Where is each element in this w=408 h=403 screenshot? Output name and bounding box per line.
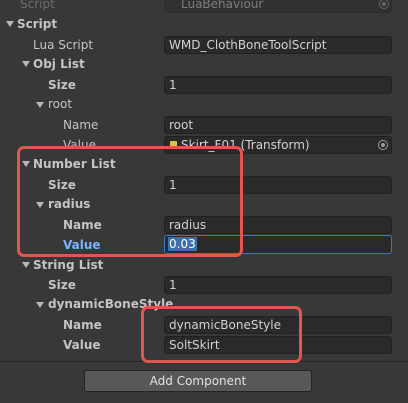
object-picker-icon[interactable]: [378, 140, 388, 150]
string-list-foldout-icon[interactable]: [22, 262, 30, 268]
obj-list-size-field[interactable]: 1: [164, 76, 392, 94]
string-list-title[interactable]: String List: [33, 258, 103, 272]
dynamic-bone-style-value-label: Value: [63, 338, 101, 352]
highlight-box-number-list: [17, 146, 243, 257]
dynamic-bone-style-foldout-icon[interactable]: [36, 302, 44, 308]
lua-script-label: Lua Script: [33, 38, 94, 52]
script-header-label: Script: [20, 0, 55, 11]
string-list-size-field[interactable]: 1: [164, 276, 392, 294]
root-item-title[interactable]: root: [48, 97, 72, 111]
obj-list-title[interactable]: Obj List: [33, 57, 85, 71]
script-foldout-icon[interactable]: [6, 21, 14, 27]
lua-script-value: WMD_ClothBoneToolScript: [169, 38, 327, 52]
add-component-button[interactable]: Add Component: [84, 370, 312, 392]
root-name-label: Name: [63, 118, 99, 132]
object-picker-icon: [379, 0, 389, 9]
script-header-value: LuaBehaviour: [181, 0, 264, 11]
highlight-box-dynamic-bone-style: [141, 306, 302, 363]
obj-list-size-value: 1: [169, 78, 177, 92]
root-name-field[interactable]: root: [164, 116, 392, 134]
script-section-title[interactable]: Script: [17, 17, 57, 31]
string-list-size-value: 1: [169, 278, 177, 292]
root-foldout-icon[interactable]: [36, 102, 44, 108]
dynamic-bone-style-name-label: Name: [63, 318, 102, 332]
string-list-size-label: Size: [48, 278, 76, 292]
obj-list-foldout-icon[interactable]: [22, 61, 30, 67]
lua-script-field[interactable]: WMD_ClothBoneToolScript: [164, 36, 392, 54]
obj-list-size-label: Size: [48, 78, 76, 92]
root-name-value: root: [169, 118, 194, 132]
script-header-field: LuaBehaviour: [164, 0, 392, 13]
